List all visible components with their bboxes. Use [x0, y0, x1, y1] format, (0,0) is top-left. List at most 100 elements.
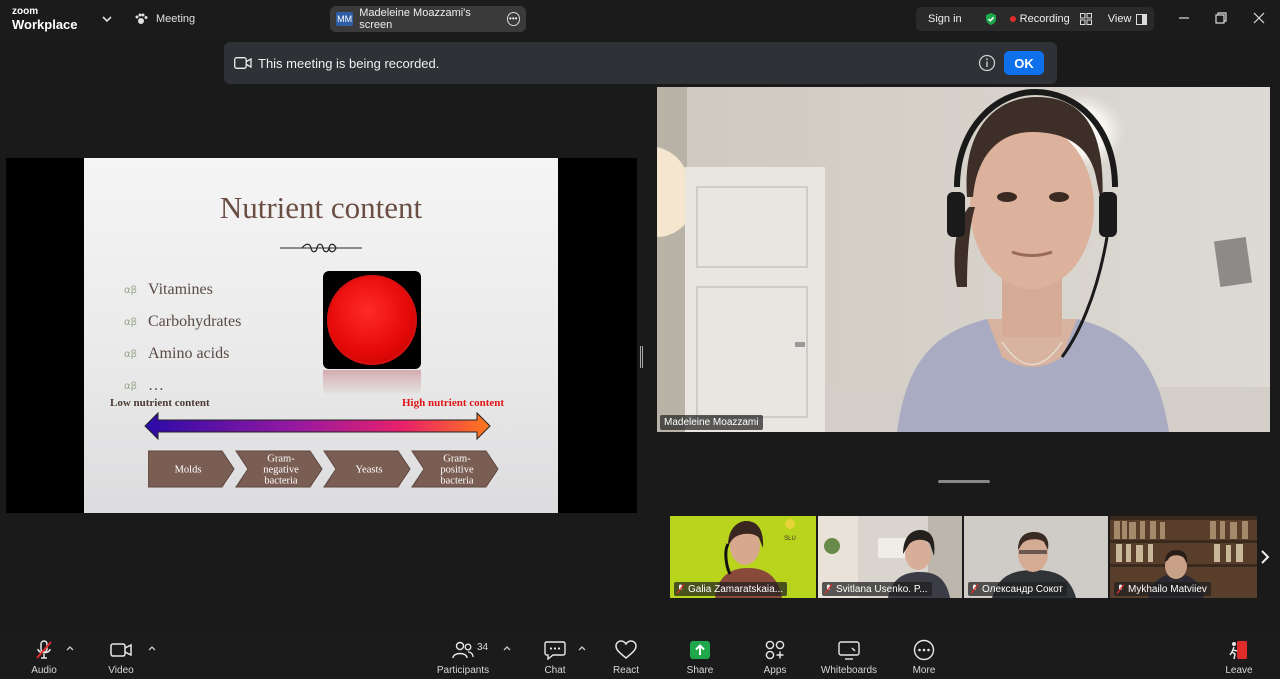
apps-button[interactable]: Apps [757, 632, 793, 679]
chat-bubble-icon [544, 641, 566, 660]
shared-screen: Nutrient content αβ Vitamines αβ Carbohydr… [6, 158, 637, 513]
bullet-text: Carbohydrates [148, 313, 242, 330]
share-screen-icon [690, 641, 710, 659]
chevron-right-icon[interactable] [1258, 548, 1272, 566]
muted-mic-icon [824, 584, 833, 594]
organism-chevron-row: MoldsGram-negativebacteriaYeastsGram-pos… [148, 450, 499, 488]
chevron-label: Molds [175, 465, 202, 476]
video-camera-icon [110, 643, 132, 657]
slu-logo-text: SLU [784, 536, 796, 542]
chat-label: Chat [544, 665, 566, 676]
react-label: React [612, 665, 640, 676]
bullet-glyph: αβ [124, 380, 137, 392]
participant-thumbnail-strip: SLU Galia Zamaratskaia... Svitlana Usenk… [670, 516, 1257, 598]
bullet-glyph: αβ [124, 316, 137, 328]
chevron-up-icon[interactable] [147, 644, 157, 652]
meeting-button[interactable]: Meeting [134, 9, 195, 29]
apps-icon [765, 640, 785, 660]
recording-label: Recording [1019, 13, 1070, 25]
panel-resize-bar[interactable] [938, 480, 990, 483]
nutrient-gradient-arrow [144, 412, 491, 440]
chevron-label: bacteria [440, 476, 474, 487]
share-button[interactable]: Share [682, 632, 718, 679]
chat-button[interactable]: Chat [538, 632, 572, 679]
chevron-down-icon[interactable] [100, 12, 114, 26]
participants-label: Participants [436, 665, 490, 676]
more-options-icon[interactable]: ••• [506, 12, 520, 26]
main-video-tile[interactable] [657, 87, 1270, 432]
high-nutrient-label: High nutrient content [402, 397, 505, 409]
participants-count: 34 [477, 642, 489, 653]
title-bar: zoom Workplace Meeting MM Madeleine Moaz… [0, 0, 1280, 38]
participant-name-tag: Svitlana Usenko. P... [822, 582, 932, 596]
whiteboards-button[interactable]: Whiteboards [817, 632, 881, 679]
apps-label: Apps [763, 665, 787, 676]
bullet-item: αβ Amino acids [124, 338, 241, 370]
audio-label: Audio [31, 665, 57, 676]
participant-name-tag: Олександр Сокот [968, 582, 1068, 596]
chevron-label: Gram- [443, 454, 471, 465]
ok-button[interactable]: OK [1004, 51, 1044, 75]
participant-name: Олександр Сокот [982, 583, 1064, 595]
participant-tile[interactable]: Svitlana Usenko. P... [818, 516, 962, 598]
muted-mic-icon [1116, 584, 1125, 594]
low-nutrient-label: Low nutrient content [110, 397, 210, 409]
shield-check-icon[interactable] [984, 12, 998, 26]
leave-label: Leave [1225, 665, 1253, 676]
bullet-list: αβ Vitamines αβ Carbohydrates αβ Amino acid… [124, 274, 241, 402]
shared-screen-label: Madeleine Moazzami's screen [359, 7, 471, 31]
zoom-workplace-logo: zoom Workplace [12, 7, 78, 32]
participant-tile[interactable]: SLU Galia Zamaratskaia... [670, 516, 816, 598]
whiteboard-icon [838, 641, 860, 660]
video-label: Video [108, 665, 134, 676]
more-button[interactable]: More [906, 632, 942, 679]
view-layout-icon [1136, 13, 1148, 25]
chevron-label: Gram- [267, 454, 295, 465]
grid-icon[interactable] [1079, 13, 1092, 25]
petri-dish-image [323, 271, 421, 369]
react-button[interactable]: React [608, 632, 644, 679]
participant-name-tag: Mykhailo Matviiev [1114, 582, 1211, 596]
chevron-label: positive [440, 465, 474, 476]
recording-message: This meeting is being recorded. [258, 55, 440, 71]
audio-button[interactable]: Audio [26, 632, 62, 679]
participants-button[interactable]: Participants [433, 632, 493, 679]
more-icon [913, 639, 935, 661]
organism-chevron: Molds [148, 450, 235, 488]
bullet-text: Amino acids [148, 345, 230, 362]
resize-handle[interactable] [640, 346, 643, 368]
sign-in-button[interactable]: Sign in [928, 13, 962, 25]
bullet-text: Vitamines [148, 281, 213, 298]
muted-mic-icon [676, 584, 685, 594]
share-label: Share [686, 665, 714, 676]
close-icon[interactable] [1251, 10, 1267, 26]
chevron-up-icon[interactable] [502, 644, 512, 652]
participant-tile[interactable]: Олександр Сокот [964, 516, 1108, 598]
recording-dot-icon [1009, 16, 1016, 22]
participant-tile[interactable]: Mykhailo Matviiev [1110, 516, 1257, 598]
chevron-up-icon[interactable] [65, 644, 75, 652]
recording-banner: This meeting is being recorded. OK [224, 42, 1057, 84]
restore-icon[interactable] [1213, 10, 1229, 26]
shared-screen-pill[interactable]: MM Madeleine Moazzami's screen ••• [330, 6, 526, 32]
minimize-icon[interactable] [1176, 10, 1192, 26]
paw-icon [135, 13, 148, 24]
heart-icon [615, 640, 637, 659]
chevron-label: Yeasts [356, 465, 383, 476]
meeting-label: Meeting [156, 13, 196, 25]
petri-dish-agar [327, 275, 417, 365]
muted-mic-icon [970, 584, 979, 594]
info-icon[interactable] [978, 54, 996, 72]
recording-indicator[interactable]: Recording [1009, 13, 1070, 25]
chevron-up-icon[interactable] [577, 644, 587, 652]
video-button[interactable]: Video [103, 632, 139, 679]
leave-door-icon [1229, 641, 1247, 660]
organism-chevron: Yeasts [323, 450, 411, 488]
petri-dish-reflection [323, 370, 421, 396]
bullet-glyph: αβ [124, 348, 137, 360]
view-button[interactable]: View [1108, 13, 1148, 25]
meeting-toolbar: Audio Video Participants 34 Chat React S… [0, 632, 1280, 679]
presentation-slide: Nutrient content αβ Vitamines αβ Carbohydr… [84, 158, 558, 513]
organism-chevron: Gram-positivebacteria [411, 450, 499, 488]
leave-button[interactable]: Leave [1222, 632, 1256, 679]
